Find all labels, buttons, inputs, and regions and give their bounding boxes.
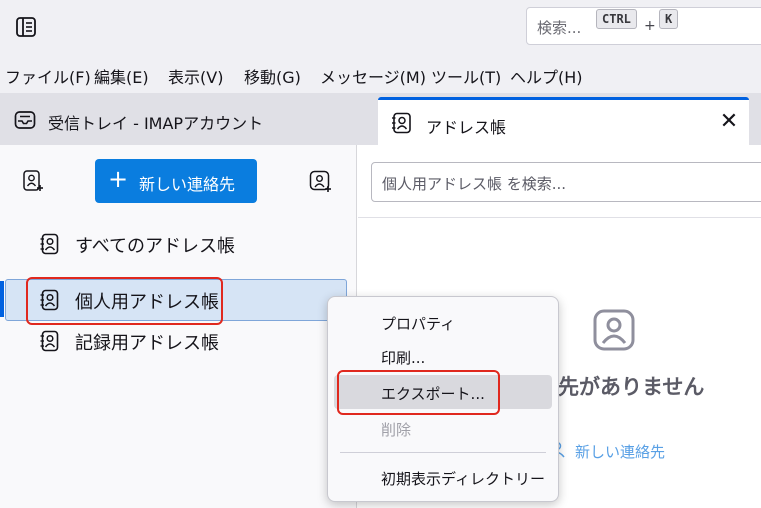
new-addressbook-icon[interactable] xyxy=(20,169,44,193)
addressbook-icon xyxy=(40,330,59,352)
book-collected-label: 記録用アドレス帳 xyxy=(75,333,219,354)
new-list-icon[interactable] xyxy=(308,169,332,193)
tab-addressbook[interactable]: アドレス帳 ✕ xyxy=(378,97,749,145)
menu-item-label: 初期表示ディレクトリー xyxy=(381,470,545,488)
menu-tools[interactable]: ツール(T) xyxy=(431,64,501,88)
book-all-label: すべてのアドレス帳 xyxy=(75,236,236,257)
tab-bar: 受信トレイ - IMAPアカウント アドレス帳 ✕ xyxy=(0,93,761,145)
pane-divider xyxy=(358,217,761,218)
menu-edit[interactable]: 編集(E) xyxy=(94,64,149,88)
sidebar-toggle-icon[interactable] xyxy=(14,15,38,39)
contacts-search-placeholder: 個人用アドレス帳 を検索... xyxy=(382,175,567,193)
addressbook-icon xyxy=(40,233,59,255)
addressbook-icon xyxy=(392,112,411,134)
menu-item-delete: 削除 xyxy=(334,411,552,445)
book-personal-label: 個人用アドレス帳 xyxy=(75,292,219,313)
addressbook-sidebar: + 新しい連絡先 すべてのアドレス帳 個人用アドレス帳 記録用アドレス帳 xyxy=(0,145,357,508)
new-contact-button[interactable]: + 新しい連絡先 xyxy=(95,159,257,203)
shortcut-plus: + xyxy=(644,18,656,34)
menu-message[interactable]: メッセージ(M) xyxy=(320,64,426,88)
menu-item-label: エクスポート... xyxy=(381,385,485,403)
menu-separator xyxy=(340,452,546,453)
menu-go[interactable]: 移動(G) xyxy=(244,64,301,88)
book-collected[interactable]: 記録用アドレス帳 xyxy=(5,320,347,362)
plus-icon: + xyxy=(108,165,129,193)
selection-indicator xyxy=(0,281,4,317)
menu-item-print[interactable]: 印刷... xyxy=(334,339,552,373)
tab-inbox[interactable]: 受信トレイ - IMAPアカウント xyxy=(0,93,372,145)
menu-item-default-directory[interactable]: 初期表示ディレクトリー xyxy=(334,460,552,494)
menu-item-properties[interactable]: プロパティ xyxy=(334,305,552,339)
menu-item-export[interactable]: エクスポート... xyxy=(334,375,552,409)
new-contact-label: 新しい連絡先 xyxy=(139,175,236,194)
title-bar: 検索... CTRL + K xyxy=(0,0,761,56)
menu-item-label: プロパティ xyxy=(381,315,456,333)
empty-state-text: 先がありません xyxy=(558,375,705,399)
empty-contacts-icon xyxy=(593,309,635,351)
shortcut-key-k: K xyxy=(659,9,679,29)
tab-addressbook-label: アドレス帳 xyxy=(426,118,507,137)
menu-item-label: 印刷... xyxy=(381,349,426,367)
book-personal[interactable]: 個人用アドレス帳 xyxy=(5,279,347,321)
book-all[interactable]: すべてのアドレス帳 xyxy=(5,223,347,265)
shortcut-key-ctrl: CTRL xyxy=(596,9,637,29)
context-menu: プロパティ 印刷... エクスポート... 削除 初期表示ディレクトリー xyxy=(327,296,559,502)
addressbook-icon xyxy=(40,289,59,311)
search-placeholder: 検索... xyxy=(537,19,582,37)
contacts-search-input[interactable]: 個人用アドレス帳 を検索... xyxy=(371,162,761,202)
menu-bar: ファイル(F) 編集(E) 表示(V) 移動(G) メッセージ(M) ツール(T… xyxy=(0,56,761,93)
menu-view[interactable]: 表示(V) xyxy=(168,64,223,88)
menu-file[interactable]: ファイル(F) xyxy=(5,64,91,88)
empty-new-contact-link[interactable]: 新しい連絡先 xyxy=(575,441,665,462)
close-icon[interactable]: ✕ xyxy=(718,111,740,133)
tab-inbox-label: 受信トレイ - IMAPアカウント xyxy=(48,114,264,133)
menu-help[interactable]: ヘルプ(H) xyxy=(510,64,583,88)
menu-item-label: 削除 xyxy=(381,421,412,439)
inbox-icon xyxy=(14,111,36,129)
